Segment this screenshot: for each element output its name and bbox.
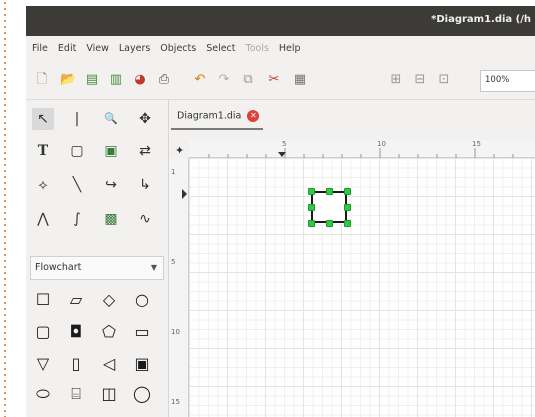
cut-icon[interactable]: ✂ — [266, 72, 282, 88]
resize-handle-n[interactable] — [326, 188, 333, 195]
selected-box-object[interactable] — [311, 191, 347, 223]
predefined-process-shape-icon[interactable]: ▯ — [66, 354, 86, 374]
title-bar: *Diagram1.dia (/h — [26, 6, 535, 36]
page-margin-dots — [4, 0, 6, 417]
zoom-field[interactable]: 100% — [480, 70, 535, 92]
horizontal-ruler: 5 10 15 — [189, 140, 535, 158]
undo-icon[interactable]: ↶ — [192, 72, 208, 88]
new-icon[interactable]: 🗋 — [34, 72, 50, 88]
zoom-out-icon[interactable]: ⊟ — [412, 72, 428, 88]
menu-layers[interactable]: Layers — [119, 43, 150, 54]
zoom-in-icon[interactable]: ⊞ — [388, 72, 404, 88]
internal-storage-shape-icon[interactable]: ▣ — [132, 354, 152, 374]
polyline-tool-icon[interactable]: ⋀ — [32, 208, 54, 230]
magnify-tool-icon[interactable]: 🔍 — [100, 108, 122, 130]
resize-handle-w[interactable] — [308, 204, 315, 211]
line-tool-icon[interactable]: ╲ — [66, 174, 88, 196]
scroll-tool-icon[interactable]: ✥ — [134, 108, 156, 130]
ellipse-shape-icon[interactable]: ○ — [132, 290, 152, 310]
alternate-process-shape-icon[interactable]: ▢ — [33, 322, 53, 342]
save-as-icon[interactable]: ▥ — [108, 72, 124, 88]
ruler-h-ticks — [208, 148, 514, 158]
freehand-tool-icon[interactable]: ∿ — [134, 208, 156, 230]
outline-tool-icon[interactable]: ⇄ — [134, 140, 156, 162]
save-icon[interactable]: ▤ — [84, 72, 100, 88]
close-tab-icon[interactable]: ✕ — [247, 110, 260, 122]
window-title: *Diagram1.dia (/h — [431, 14, 531, 25]
text-tool-icon[interactable]: T — [32, 140, 54, 162]
chevron-down-icon: ▼ — [150, 263, 157, 272]
tab-label: Diagram1.dia — [177, 110, 242, 122]
open-icon[interactable]: 📂 — [60, 72, 76, 88]
origin-corner-icon[interactable]: ✦ — [175, 144, 184, 157]
sheet-selector[interactable]: Flowchart ▼ — [30, 256, 164, 280]
redo-icon[interactable]: ↷ — [216, 72, 232, 88]
resize-handle-e[interactable] — [344, 204, 351, 211]
menu-objects[interactable]: Objects — [160, 43, 196, 54]
delay-shape-icon[interactable]: ◘ — [66, 322, 86, 342]
vertical-ruler: 1 5 10 15 — [169, 158, 189, 417]
document-area: Diagram1.dia ✕ ✦ 5 10 15 1 5 10 15 — [169, 100, 535, 417]
parallelogram-shape-icon[interactable]: ▱ — [66, 290, 86, 310]
magnetic-disk-shape-icon[interactable]: ⌸ — [66, 384, 86, 404]
copy-icon[interactable]: ⧉ — [240, 72, 256, 88]
image-tool-icon[interactable]: ▣ — [100, 140, 122, 162]
export-icon[interactable]: ◕ — [132, 72, 148, 88]
diagram-canvas[interactable] — [189, 158, 535, 417]
ruler-v-ticks — [182, 189, 187, 199]
box-tool-icon[interactable]: ▢ — [66, 140, 88, 162]
menu-view[interactable]: View — [86, 43, 109, 54]
menu-file[interactable]: File — [32, 43, 48, 54]
paste-icon[interactable]: ▦ — [292, 72, 308, 88]
menu-tools[interactable]: Tools — [246, 43, 269, 54]
sheet-selector-value: Flowchart — [35, 262, 82, 273]
display-shape-icon[interactable]: ◁ — [99, 354, 119, 374]
menu-edit[interactable]: Edit — [58, 43, 76, 54]
zoom-fit-icon[interactable]: ⊡ — [436, 72, 452, 88]
card-shape-icon[interactable]: ▭ — [132, 322, 152, 342]
polygon-tool-icon[interactable]: ⟡ — [32, 174, 54, 196]
offpage-connector-shape-icon[interactable]: ⬠ — [99, 322, 119, 342]
terminator-shape-icon[interactable]: ⬭ — [33, 384, 53, 404]
decision-shape-icon[interactable]: ◇ — [99, 290, 119, 310]
bezier-tool-icon[interactable]: ∫ — [66, 208, 88, 230]
text-edit-tool-icon[interactable]: | — [66, 108, 88, 130]
zigzag-tool-icon[interactable]: ↳ — [134, 174, 156, 196]
resize-handle-ne[interactable] — [344, 188, 351, 195]
menu-bar: File Edit View Layers Objects Select Too… — [26, 36, 535, 60]
print-icon[interactable]: ⎙ — [156, 72, 172, 88]
app-window: *Diagram1.dia (/h File Edit View Layers … — [26, 6, 535, 417]
menu-help[interactable]: Help — [279, 43, 301, 54]
resize-handle-nw[interactable] — [308, 188, 315, 195]
resize-handle-se[interactable] — [344, 220, 351, 227]
direct-access-storage-shape-icon[interactable]: ◫ — [99, 384, 119, 404]
tab-diagram1[interactable]: Diagram1.dia ✕ — [171, 104, 264, 130]
process-shape-icon[interactable]: ☐ — [33, 290, 53, 310]
sequential-storage-shape-icon[interactable]: ◯ — [132, 384, 152, 404]
resize-handle-sw[interactable] — [308, 220, 315, 227]
beziergon-tool-icon[interactable]: ▩ — [100, 208, 122, 230]
main-toolbar: 🗋 📂 ▤ ▥ ◕ ⎙ ↶ ↷ ⧉ ✂ ▦ ⊞ ⊟ ⊡ 100% — [26, 60, 535, 100]
merge-shape-icon[interactable]: ▽ — [33, 354, 53, 374]
menu-select[interactable]: Select — [206, 43, 235, 54]
toolbox: ↖ | 🔍 ✥ T ▢ ▣ ⇄ ⟡ ╲ ↪ ↳ ⋀ ∫ ▩ ∿ Flowchar… — [26, 100, 169, 417]
resize-handle-s[interactable] — [326, 220, 333, 227]
pointer-tool-icon[interactable]: ↖ — [32, 108, 54, 130]
arc-tool-icon[interactable]: ↪ — [100, 174, 122, 196]
